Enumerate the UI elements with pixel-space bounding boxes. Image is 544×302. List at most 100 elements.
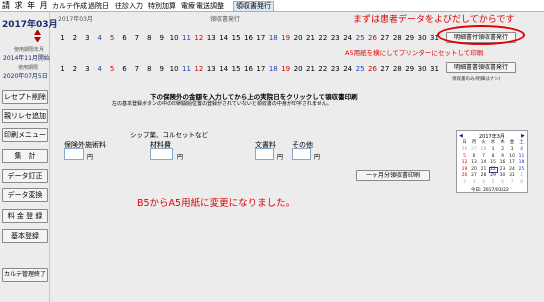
calendar-day[interactable]: 20 (470, 167, 479, 173)
calendar-day[interactable]: 3 (470, 180, 479, 186)
print-menu-button[interactable]: 印刷メニュー (2, 128, 48, 142)
visit-day-27[interactable]: 27 (380, 33, 389, 43)
materials-fee-input[interactable] (150, 148, 173, 160)
calendar-day[interactable]: 24 (508, 167, 517, 173)
calendar-day[interactable]: 1 (489, 147, 498, 153)
out-of-insurance-fee-input[interactable] (64, 148, 84, 160)
issue-details-receipt-button[interactable]: 明細書書領収書発行 (446, 62, 516, 73)
calendar-day[interactable]: 28 (479, 147, 488, 153)
visit-day-15[interactable]: 15 (232, 64, 241, 74)
visit-day-28[interactable]: 28 (393, 33, 402, 43)
calendar-day[interactable]: 28 (479, 173, 488, 179)
visit-day-14[interactable]: 14 (219, 33, 228, 43)
calendar-day[interactable]: 4 (517, 147, 526, 153)
calendar-day[interactable]: 13 (470, 160, 479, 166)
visit-day-15[interactable]: 15 (232, 33, 241, 43)
menu-special-fee[interactable]: 特別加算 (148, 1, 176, 11)
document-fee-input[interactable] (255, 148, 274, 160)
visit-day-2[interactable]: 2 (70, 33, 79, 43)
visit-day-14[interactable]: 14 (219, 64, 228, 74)
calendar-day[interactable]: 29 (489, 173, 498, 179)
calendar-day[interactable]: 27 (470, 173, 479, 179)
other-fee-input[interactable] (292, 148, 311, 160)
calendar-day[interactable]: 25 (517, 167, 526, 173)
visit-day-31[interactable]: 31 (430, 64, 439, 74)
visit-day-5[interactable]: 5 (108, 33, 117, 43)
visit-day-18[interactable]: 18 (269, 64, 278, 74)
visit-day-17[interactable]: 17 (256, 33, 265, 43)
visit-day-8[interactable]: 8 (145, 64, 154, 74)
calendar-day[interactable]: 12 (460, 160, 469, 166)
visit-day-13[interactable]: 13 (207, 64, 216, 74)
menu-karte-create[interactable]: カルテ作成 (52, 1, 87, 11)
data-correction-button[interactable]: データ訂正 (2, 169, 48, 183)
calendar-day[interactable]: 2 (498, 147, 507, 153)
calendar-day[interactable]: 7 (508, 180, 517, 186)
visit-day-24[interactable]: 24 (343, 33, 352, 43)
visit-day-8[interactable]: 8 (145, 33, 154, 43)
parent-receipt-add-button[interactable]: 親リレセ追加 (2, 109, 48, 123)
data-convert-button[interactable]: データ変換 (2, 188, 48, 202)
menu-house-call[interactable]: 往診入力 (115, 1, 143, 11)
visit-day-11[interactable]: 11 (182, 64, 191, 74)
visit-day-23[interactable]: 23 (331, 64, 340, 74)
calendar-day[interactable]: 27 (470, 147, 479, 153)
calendar-day[interactable]: 14 (479, 160, 488, 166)
calendar-day[interactable]: 6 (498, 180, 507, 186)
visit-day-3[interactable]: 3 (83, 64, 92, 74)
visit-day-12[interactable]: 12 (194, 33, 203, 43)
visit-day-26[interactable]: 26 (368, 64, 377, 74)
calendar-day[interactable]: 17 (508, 160, 517, 166)
visit-day-19[interactable]: 19 (281, 64, 290, 74)
visit-day-7[interactable]: 7 (132, 64, 141, 74)
visit-day-22[interactable]: 22 (318, 64, 327, 74)
calendar-day[interactable]: 9 (498, 154, 507, 160)
calendar-next-icon[interactable]: ▶ (521, 133, 525, 139)
calendar-day[interactable]: 31 (508, 173, 517, 179)
visit-day-25[interactable]: 25 (356, 33, 365, 43)
visit-day-27[interactable]: 27 (380, 64, 389, 74)
calendar-day[interactable]: 11 (517, 154, 526, 160)
calendar-day[interactable]: 3 (508, 147, 517, 153)
visit-day-18[interactable]: 18 (269, 33, 278, 43)
visit-day-16[interactable]: 16 (244, 33, 253, 43)
calendar-day[interactable]: 2 (460, 180, 469, 186)
visit-day-16[interactable]: 16 (244, 64, 253, 74)
visit-day-12[interactable]: 12 (194, 64, 203, 74)
calendar-day[interactable]: 8 (517, 180, 526, 186)
visit-day-6[interactable]: 6 (120, 33, 129, 43)
monthly-receipt-print-button[interactable]: 一ヶ月分領収書印刷 (356, 170, 430, 181)
calendar-day[interactable]: 7 (479, 154, 488, 160)
visit-day-17[interactable]: 17 (256, 64, 265, 74)
calendar-day[interactable]: 16 (498, 160, 507, 166)
visit-day-23[interactable]: 23 (331, 33, 340, 43)
visit-day-1[interactable]: 1 (58, 64, 67, 74)
visit-day-13[interactable]: 13 (207, 33, 216, 43)
totals-button[interactable]: 集 計 (2, 149, 48, 163)
calendar-day[interactable]: 26 (460, 173, 469, 179)
calendar-day[interactable]: 22 (488, 166, 498, 173)
visit-day-30[interactable]: 30 (418, 33, 427, 43)
visit-day-4[interactable]: 4 (95, 64, 104, 74)
basic-register-button[interactable]: 基本登録 (2, 229, 48, 243)
menu-visit-date[interactable]: 過院日 (88, 1, 109, 11)
visit-day-25[interactable]: 25 (356, 64, 365, 74)
visit-day-1[interactable]: 1 (58, 33, 67, 43)
visit-day-26[interactable]: 26 (368, 33, 377, 43)
month-up-icon[interactable] (34, 30, 41, 35)
menu-transmission[interactable]: 電送調整 (196, 1, 224, 11)
calendar-day[interactable]: 18 (517, 160, 526, 166)
calendar-day[interactable]: 6 (470, 154, 479, 160)
calendar-day[interactable]: 1 (517, 173, 526, 179)
month-down-icon[interactable] (34, 37, 41, 42)
calendar-day[interactable]: 19 (460, 167, 469, 173)
visit-day-19[interactable]: 19 (281, 33, 290, 43)
visit-day-20[interactable]: 20 (294, 33, 303, 43)
calendar-day[interactable]: 10 (508, 154, 517, 160)
calendar-day[interactable]: 5 (460, 154, 469, 160)
visit-day-3[interactable]: 3 (83, 33, 92, 43)
calendar-day[interactable]: 23 (498, 167, 507, 173)
calendar-day[interactable]: 5 (489, 180, 498, 186)
fee-register-button[interactable]: 料 金 登 録 (2, 209, 48, 223)
visit-day-21[interactable]: 21 (306, 64, 315, 74)
